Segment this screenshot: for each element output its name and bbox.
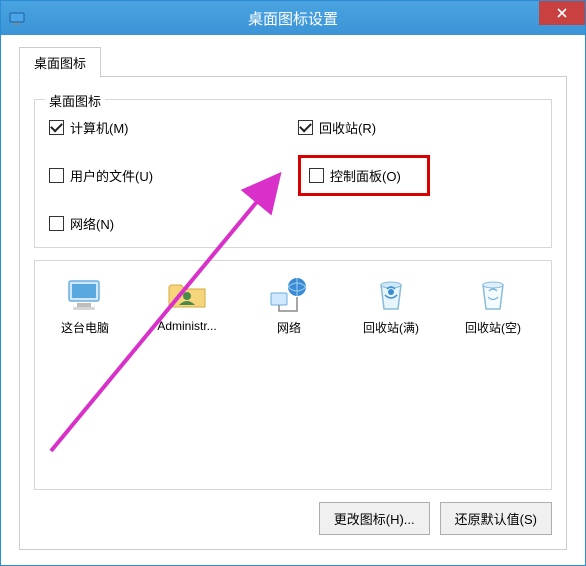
checkbox-box <box>298 120 313 135</box>
highlight-box: 控制面板(O) <box>298 155 430 196</box>
checkbox-grid: 计算机(M) 回收站(R) 用户的文件(U) <box>49 118 537 233</box>
button-row: 更改图标(H)... 还原默认值(S) <box>34 502 552 535</box>
icon-recycle-full[interactable]: 回收站(满) <box>347 275 435 336</box>
groupbox-desktop-icons: 桌面图标 计算机(M) 回收站(R) 用户的文件(U) <box>34 99 552 248</box>
checkbox-box <box>49 120 64 135</box>
checkbox-label: 用户的文件(U) <box>70 166 153 185</box>
checkbox-computer[interactable]: 计算机(M) <box>49 118 288 137</box>
folder-icon <box>165 275 209 315</box>
checkbox-control-panel[interactable]: 控制面板(O) <box>309 166 401 185</box>
titlebar: 桌面图标设置 <box>1 1 585 35</box>
dialog-window: 桌面图标设置 桌面图标 桌面图标 计算机(M) <box>0 0 586 566</box>
checkbox-label: 网络(N) <box>70 214 114 233</box>
checkbox-recycle-bin[interactable]: 回收站(R) <box>298 118 537 137</box>
checkbox-box <box>309 168 324 183</box>
recycle-full-icon <box>369 275 413 315</box>
icon-recycle-empty[interactable]: 回收站(空) <box>449 275 537 336</box>
checkbox-label: 控制面板(O) <box>330 166 401 185</box>
tab-desktop-icons[interactable]: 桌面图标 <box>19 47 101 78</box>
icon-preview-area: 这台电脑 Administr... 网络 <box>34 260 552 490</box>
icon-network[interactable]: 网络 <box>245 275 333 336</box>
icon-label: 网络 <box>277 319 301 336</box>
change-icon-button[interactable]: 更改图标(H)... <box>319 502 430 535</box>
icon-label: 这台电脑 <box>61 319 109 336</box>
icon-user-folder[interactable]: Administr... <box>143 275 231 336</box>
checkbox-box <box>49 216 64 231</box>
icon-this-pc[interactable]: 这台电脑 <box>41 275 129 336</box>
icon-label: 回收站(空) <box>465 319 521 336</box>
restore-default-button[interactable]: 还原默认值(S) <box>440 502 552 535</box>
checkbox-network[interactable]: 网络(N) <box>49 214 288 233</box>
icon-label: Administr... <box>157 319 216 333</box>
tab-panel: 桌面图标 计算机(M) 回收站(R) 用户的文件(U) <box>19 77 567 550</box>
window-title: 桌面图标设置 <box>248 8 338 29</box>
recycle-empty-icon <box>471 275 515 315</box>
app-icon <box>9 10 25 26</box>
network-icon <box>267 275 311 315</box>
icon-row: 这台电脑 Administr... 网络 <box>41 275 545 336</box>
checkbox-label: 回收站(R) <box>319 118 376 137</box>
client-area: 桌面图标 桌面图标 计算机(M) 回收站(R) <box>1 35 585 558</box>
groupbox-title: 桌面图标 <box>45 91 105 110</box>
tab-underline <box>19 76 567 77</box>
checkbox-user-files[interactable]: 用户的文件(U) <box>49 155 288 196</box>
close-button[interactable] <box>539 1 585 25</box>
icon-label: 回收站(满) <box>363 319 419 336</box>
tab-strip: 桌面图标 <box>19 47 567 77</box>
checkbox-label: 计算机(M) <box>70 118 129 137</box>
tab-label: 桌面图标 <box>34 56 86 71</box>
computer-icon <box>63 275 107 315</box>
checkbox-box <box>49 168 64 183</box>
